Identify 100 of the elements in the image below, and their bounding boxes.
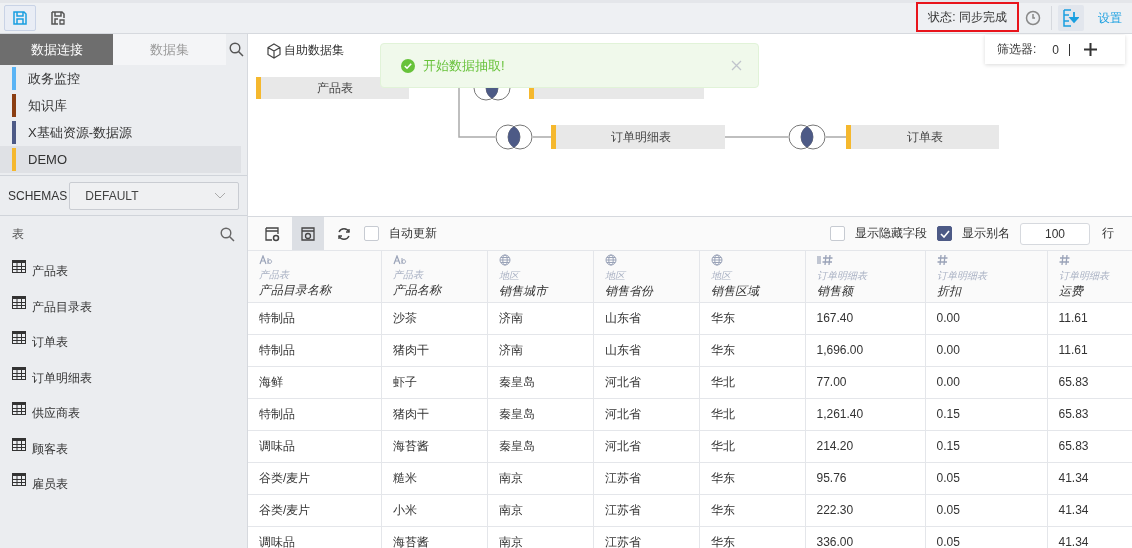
table-cell: 336.00: [805, 526, 925, 548]
download-icon: [1063, 9, 1079, 27]
table-cell: 222.30: [805, 494, 925, 526]
add-icon[interactable]: [1084, 43, 1098, 56]
row-unit-label: 行: [1102, 225, 1114, 242]
table-icon: [12, 437, 26, 451]
table-list-item[interactable]: 产品表: [0, 252, 247, 288]
column-name: 销售区域: [710, 283, 761, 300]
show-alias-label: 显示别名: [962, 225, 1010, 242]
table-cell: 1,261.40: [805, 398, 925, 430]
data-source-item[interactable]: X基础资源-数据源: [0, 119, 241, 146]
table-cell: 小米: [381, 494, 487, 526]
table-cell: 虾子: [381, 366, 487, 398]
table-cell: 南京: [487, 494, 593, 526]
data-source-item[interactable]: DEMO: [0, 146, 241, 173]
column-header[interactable]: 订单明细表 折扣: [925, 251, 1047, 302]
table-cell: 河北省: [593, 430, 699, 462]
table-node[interactable]: 订单表: [846, 125, 999, 149]
column-header[interactable]: 地区 销售区域: [699, 251, 805, 302]
column-source: 地区: [710, 269, 733, 283]
table-cell: 华北: [699, 366, 805, 398]
cube-icon: [266, 42, 282, 59]
table-list-item[interactable]: 顾客表: [0, 429, 247, 465]
table-cell: 华东: [699, 302, 805, 334]
table-cell: 0.00: [925, 302, 1047, 334]
globe-icon: [604, 254, 617, 266]
column-header[interactable]: 地区 销售省份: [593, 251, 699, 302]
table-cell: 41.34: [1047, 526, 1132, 548]
column-source: 地区: [498, 269, 521, 283]
column-name: 运费: [1058, 283, 1085, 300]
table-cell: 167.40: [805, 302, 925, 334]
table-icon: [12, 366, 26, 380]
table-cell: 41.34: [1047, 494, 1132, 526]
column-source: 产品表: [392, 268, 425, 282]
join-icon[interactable]: [495, 124, 533, 150]
table-list-item[interactable]: 雇员表: [0, 465, 247, 501]
join-icon[interactable]: [788, 124, 826, 150]
table-cell: 济南: [487, 302, 593, 334]
table-cell: 华东: [699, 526, 805, 548]
table-icon: [12, 260, 26, 274]
globe-icon: [710, 254, 723, 266]
table-cell: 秦皇岛: [487, 398, 593, 430]
text-type-icon: [392, 255, 407, 265]
table-cell: 调味品: [248, 526, 381, 548]
table-cell: 山东省: [593, 302, 699, 334]
table-list-item[interactable]: 产品目录表: [0, 287, 247, 323]
table-list-item[interactable]: 订单明细表: [0, 358, 247, 394]
table-cell: 谷类/麦片: [248, 494, 381, 526]
data-source-item[interactable]: 政务监控: [0, 65, 241, 92]
column-header[interactable]: 订单明细表 运费: [1047, 251, 1132, 302]
table-cell: 谷类/麦片: [248, 462, 381, 494]
column-header[interactable]: 产品表 产品名称: [381, 251, 487, 302]
checkbox[interactable]: [937, 226, 952, 241]
table-cell: 0.05: [925, 462, 1047, 494]
auto-update-label: 自动更新: [389, 225, 437, 242]
column-source: 订单明细表: [816, 269, 869, 283]
save-icon: [12, 10, 28, 26]
data-source-item[interactable]: 知识库: [0, 92, 241, 119]
table-icon: [12, 402, 26, 416]
search-icon[interactable]: [220, 226, 235, 242]
table-cell: 65.83: [1047, 366, 1132, 398]
table-cell: 南京: [487, 462, 593, 494]
table-cell: 11.61: [1047, 302, 1132, 334]
column-header[interactable]: 地区 销售城市: [487, 251, 593, 302]
row-limit-field[interactable]: 100: [1020, 222, 1090, 245]
table-cell: 糙米: [381, 462, 487, 494]
tables-heading: 表: [12, 225, 25, 243]
table-cell: 1,696.00: [805, 334, 925, 366]
column-header[interactable]: 订单明细表 销售额: [805, 251, 925, 302]
clock-icon[interactable]: [1025, 10, 1041, 26]
table-cell: 0.05: [925, 494, 1047, 526]
table-node[interactable]: 订单明细表: [551, 125, 725, 149]
table-list-item[interactable]: 供应商表: [0, 394, 247, 430]
table-cell: 江苏省: [593, 462, 699, 494]
connector-line: [825, 136, 847, 138]
table-cell: 沙茶: [381, 302, 487, 334]
table-cell: 海苔酱: [381, 526, 487, 548]
preview-button[interactable]: [292, 217, 324, 250]
connector-line: [724, 136, 789, 138]
table-cell: 41.34: [1047, 462, 1132, 494]
table-cell: 0.05: [925, 526, 1047, 548]
table-list-item[interactable]: 订单表: [0, 323, 247, 359]
table-cell: 河北省: [593, 366, 699, 398]
table-cell: 华东: [699, 334, 805, 366]
column-source: 订单明细表: [936, 269, 989, 283]
search-icon[interactable]: [229, 42, 244, 57]
column-source: 订单明细表: [1058, 269, 1111, 283]
text-type-icon: [259, 255, 273, 265]
column-source: 地区: [604, 269, 627, 283]
table-cell: 65.83: [1047, 398, 1132, 430]
table-cell: 华北: [699, 398, 805, 430]
column-name: 产品名称: [392, 282, 443, 299]
column-header[interactable]: 产品表 产品目录名称: [248, 251, 381, 302]
table-cell: 214.20: [805, 430, 925, 462]
schema-dropdown[interactable]: DEFAULT: [69, 181, 240, 210]
refresh-icon: [336, 225, 352, 242]
sidebar-tab[interactable]: 数据连接: [0, 34, 113, 65]
table-cell: 江苏省: [593, 526, 699, 548]
table-cell: 海苔酱: [381, 430, 487, 462]
table-node[interactable]: 产品表: [256, 77, 409, 99]
